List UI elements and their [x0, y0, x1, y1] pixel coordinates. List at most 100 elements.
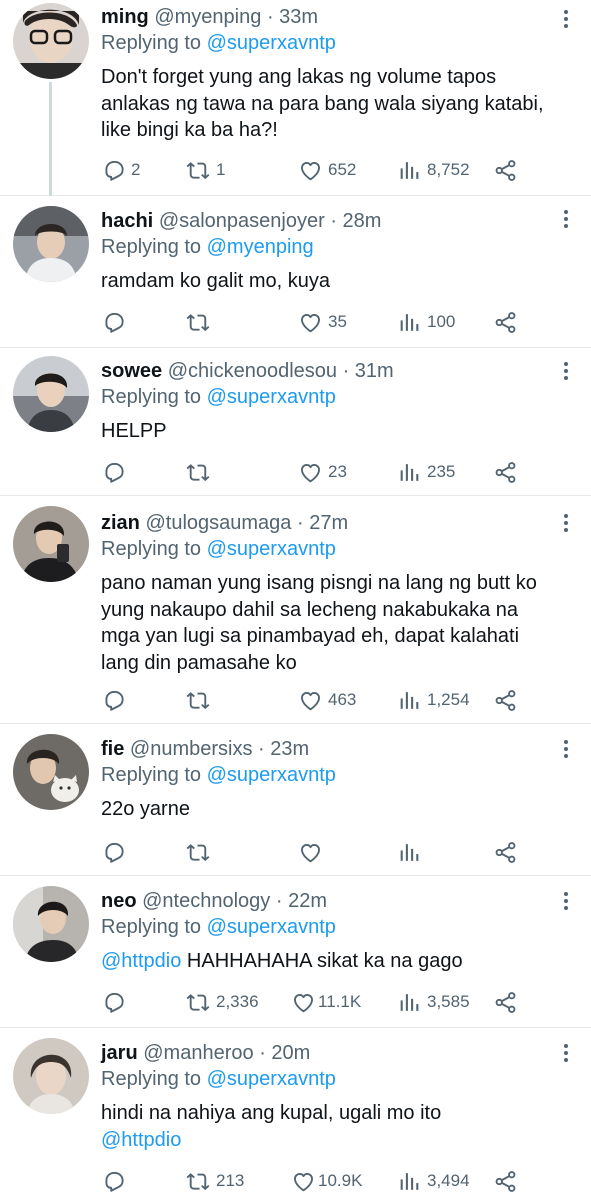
views-button[interactable]	[397, 839, 427, 865]
share-button[interactable]	[493, 309, 518, 335]
share-button[interactable]	[493, 459, 518, 485]
views-button[interactable]: 3,494	[397, 1168, 470, 1194]
handle[interactable]: @chickenoodlesou	[168, 360, 337, 382]
display-name[interactable]: neo	[101, 890, 137, 912]
avatar[interactable]	[13, 506, 89, 582]
retweet-button[interactable]	[186, 459, 216, 485]
replying-to-link[interactable]: @superxavntp	[207, 386, 336, 408]
more-icon[interactable]	[563, 1044, 569, 1065]
avatar[interactable]	[13, 356, 89, 432]
handle[interactable]: @tulogsaumaga	[145, 512, 291, 534]
retweet-button[interactable]	[186, 309, 216, 335]
retweet-button[interactable]	[186, 687, 216, 713]
handle[interactable]: @ntechnology	[142, 890, 270, 912]
tweet[interactable]: hachi @salonpasenjoyer · 28m Replying to…	[0, 196, 591, 348]
handle[interactable]: @numbersixs	[130, 738, 253, 760]
retweet-button[interactable]: 1	[186, 157, 225, 183]
replying-to-link[interactable]: @superxavntp	[207, 1068, 336, 1090]
display-name[interactable]: zian	[101, 512, 140, 534]
like-button[interactable]: 463	[298, 687, 356, 713]
display-name[interactable]: fie	[101, 738, 124, 760]
retweet-icon	[186, 158, 211, 183]
display-name[interactable]: hachi	[101, 210, 153, 232]
display-name[interactable]: ming	[101, 6, 149, 28]
like-button[interactable]: 23	[298, 459, 347, 485]
tweet-text: hindi na nahiya ang kupal, ugali mo ito @…	[101, 1102, 442, 1151]
retweet-button[interactable]: 2,336	[186, 989, 259, 1015]
more-icon[interactable]	[563, 10, 569, 31]
more-icon[interactable]	[563, 892, 569, 913]
replying-to: Replying to @superxavntp	[101, 916, 336, 938]
tweet[interactable]: fie @numbersixs · 23m Replying to @super…	[0, 724, 591, 876]
timestamp[interactable]: · 22m	[276, 890, 327, 912]
more-icon[interactable]	[563, 210, 569, 231]
tweet[interactable]: ming @myenping · 33m Replying to @superx…	[0, 0, 591, 196]
reply-button[interactable]	[101, 839, 131, 865]
reply-button[interactable]	[101, 989, 131, 1015]
replying-to-link[interactable]: @superxavntp	[207, 538, 336, 560]
like-button[interactable]: 652	[298, 157, 356, 183]
views-button[interactable]: 8,752	[397, 157, 470, 183]
reply-button[interactable]: 2	[101, 157, 140, 183]
more-icon[interactable]	[563, 514, 569, 535]
heart-icon	[298, 310, 323, 335]
display-name[interactable]: sowee	[101, 360, 162, 382]
timestamp[interactable]: · 28m	[330, 210, 381, 232]
reply-icon	[101, 1169, 126, 1194]
timestamp[interactable]: · 23m	[258, 738, 309, 760]
avatar[interactable]	[13, 886, 89, 962]
share-button[interactable]	[493, 989, 518, 1015]
like-button[interactable]: 11.1K	[291, 989, 361, 1015]
retweet-button[interactable]	[186, 839, 216, 865]
reply-button[interactable]	[101, 1168, 131, 1194]
reply-icon	[101, 840, 126, 865]
retweet-icon	[186, 310, 211, 335]
tweet[interactable]: zian @tulogsaumaga · 27m Replying to @su…	[0, 496, 591, 724]
tweet[interactable]: sowee @chickenoodlesou · 31m Replying to…	[0, 348, 591, 496]
share-icon	[493, 840, 518, 865]
like-button[interactable]: 10.9K	[291, 1168, 362, 1194]
retweet-button[interactable]: 213	[186, 1168, 244, 1194]
avatar[interactable]	[13, 206, 89, 282]
handle[interactable]: @salonpasenjoyer	[159, 210, 325, 232]
views-button[interactable]: 3,585	[397, 989, 470, 1015]
timestamp[interactable]: · 33m	[267, 6, 318, 28]
like-button[interactable]	[298, 839, 328, 865]
replying-to-link[interactable]: @myenping	[207, 236, 314, 258]
share-button[interactable]	[493, 1168, 518, 1194]
tweet[interactable]: neo @ntechnology · 22m Replying to @supe…	[0, 876, 591, 1028]
timestamp[interactable]: · 27m	[297, 512, 348, 534]
replying-to-link[interactable]: @superxavntp	[207, 764, 336, 786]
replying-to-link[interactable]: @superxavntp	[207, 32, 336, 54]
reply-button[interactable]	[101, 309, 131, 335]
handle[interactable]: @myenping	[154, 6, 261, 28]
avatar[interactable]	[13, 734, 89, 810]
view-count: 3,585	[427, 992, 470, 1011]
like-count: 463	[328, 690, 357, 709]
replying-to-link[interactable]: @superxavntp	[207, 916, 336, 938]
share-button[interactable]	[493, 839, 518, 865]
share-button[interactable]	[493, 687, 518, 713]
tweet[interactable]: jaru @manheroo · 20m Replying to @superx…	[0, 1028, 591, 1200]
like-count: 35	[328, 312, 347, 331]
avatar[interactable]	[13, 1038, 89, 1114]
timestamp[interactable]: · 31m	[343, 360, 394, 382]
display-name[interactable]: jaru	[101, 1042, 138, 1064]
like-button[interactable]: 35	[298, 309, 347, 335]
more-icon[interactable]	[563, 362, 569, 383]
mention-link[interactable]: @httpdio	[101, 950, 181, 972]
more-icon[interactable]	[563, 740, 569, 761]
tweet-actions: 35 100	[101, 309, 521, 335]
avatar[interactable]	[13, 3, 89, 79]
views-button[interactable]: 100	[397, 309, 455, 335]
handle[interactable]: @manheroo	[143, 1042, 253, 1064]
views-button[interactable]: 235	[397, 459, 455, 485]
reply-button[interactable]	[101, 459, 131, 485]
share-icon	[493, 158, 518, 183]
tweet-text: Don't forget yung ang lakas ng volume ta…	[101, 66, 544, 141]
timestamp[interactable]: · 20m	[259, 1042, 310, 1064]
reply-button[interactable]	[101, 687, 131, 713]
views-button[interactable]: 1,254	[397, 687, 470, 713]
share-button[interactable]	[493, 157, 518, 183]
mention-link[interactable]: @httpdio	[101, 1129, 181, 1151]
